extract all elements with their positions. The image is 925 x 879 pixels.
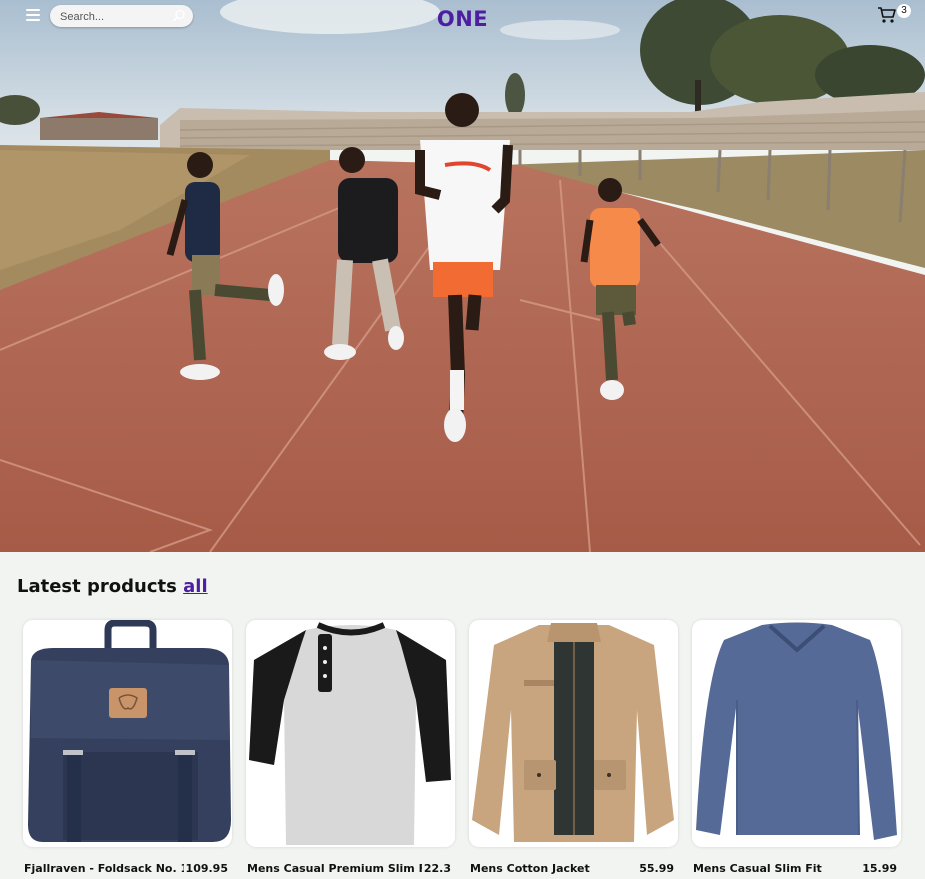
product-name[interactable]: Mens Casual Slim Fit (693, 862, 833, 875)
product-card[interactable] (23, 620, 232, 847)
hero-image (0, 0, 925, 552)
product-image (696, 622, 897, 840)
product-price: 55.99 (639, 862, 674, 875)
cart-icon[interactable] (877, 6, 897, 24)
product-name[interactable]: Mens Cotton Jacket (470, 862, 610, 875)
hero-banner: ONE 3 (0, 0, 925, 552)
all-products-link[interactable]: all (183, 576, 208, 597)
product-name[interactable]: Mens Casual Premium Slim Fit T- (247, 862, 422, 875)
product-name[interactable]: Fjallraven - Foldsack No. 1 (24, 862, 184, 875)
product-card[interactable] (692, 620, 901, 847)
cart-count-badge: 3 (897, 4, 911, 18)
product-image (472, 623, 674, 842)
top-navigation-bar: ONE 3 (0, 0, 925, 40)
section-title: Latest products (17, 576, 177, 597)
latest-products-heading: Latest products all (17, 576, 208, 597)
product-image (28, 620, 231, 842)
product-card[interactable] (246, 620, 455, 847)
brand-logo-container: ONE (0, 7, 925, 31)
brand-logo[interactable]: ONE (437, 7, 488, 31)
product-price: 15.99 (862, 862, 897, 875)
product-price: 109.95 (185, 862, 228, 875)
cart-button[interactable]: 3 (877, 4, 913, 26)
product-image (249, 622, 451, 845)
product-price: 22.3 (423, 862, 451, 875)
product-card[interactable] (469, 620, 678, 847)
